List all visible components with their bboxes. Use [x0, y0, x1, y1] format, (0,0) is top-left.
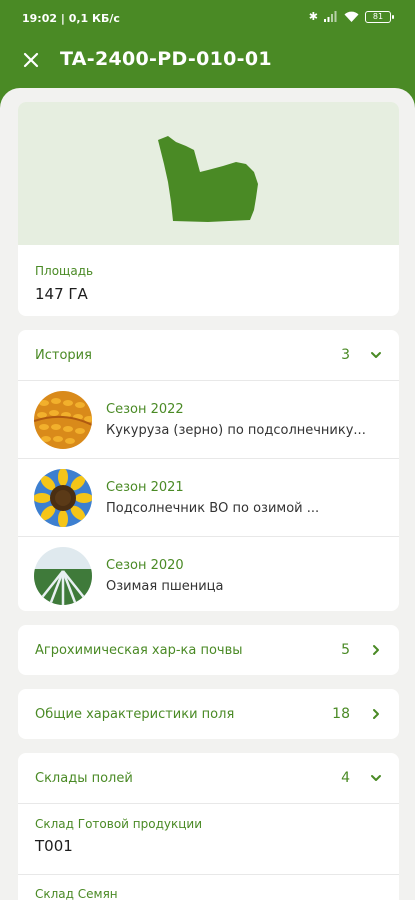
field-shape-icon: [158, 136, 258, 222]
warehouses-header[interactable]: Склады полей 4: [18, 753, 399, 803]
close-icon: [23, 52, 39, 68]
field-map[interactable]: [18, 102, 399, 245]
history-label: История: [35, 347, 92, 363]
history-season: Сезон 2021: [106, 479, 184, 495]
warehouses-label: Склады полей: [35, 770, 133, 786]
sunflower-photo: [34, 468, 92, 527]
history-crop: Подсолнечник ВО по озимой ...: [106, 500, 320, 516]
warehouse-item: Склад Семян: [18, 875, 399, 900]
history-item[interactable]: Сезон 2020 Озимая пшеница: [18, 537, 399, 611]
general-row[interactable]: Общие характеристики поля 18: [18, 689, 399, 739]
battery-icon: 81: [365, 10, 394, 23]
agrochem-label: Агрохимическая хар-ка почвы: [35, 642, 243, 658]
history-item[interactable]: Сезон 2021 Подсолнечник ВО по озимой ...: [18, 459, 399, 536]
warehouses-count: 4: [341, 770, 350, 786]
warehouse-label: Склад Семян: [35, 887, 118, 900]
history-item-text: Сезон 2022 Кукуруза (зерно) по подсолнеч…: [106, 402, 383, 438]
chevron-right-icon: [373, 645, 379, 655]
app-bar: TA-2400-PD-010-01: [0, 38, 415, 86]
wheat-field-photo: [34, 546, 92, 605]
warehouse-label: Склад Готовой продукции: [35, 817, 202, 831]
status-icons: ✱ 81: [308, 10, 394, 23]
chevron-down-icon: [371, 352, 381, 358]
history-crop: Озимая пшеница: [106, 578, 224, 594]
signal-icon: [324, 11, 337, 22]
warehouses-card: Склады полей 4 Склад Готовой продукции T…: [18, 753, 399, 900]
history-count: 3: [341, 347, 350, 363]
history-header[interactable]: История 3: [18, 330, 399, 380]
general-count: 18: [332, 706, 350, 722]
battery-level: 81: [372, 12, 384, 21]
area-value: 147 ГА: [35, 285, 88, 303]
agrochem-row[interactable]: Агрохимическая хар-ка почвы 5: [18, 625, 399, 675]
field-card: Площадь 147 ГА: [18, 102, 399, 316]
corn-photo: [34, 390, 92, 449]
warehouse-item: Склад Готовой продукции T001: [18, 804, 399, 874]
content-sheet: Площадь 147 ГА История 3 Сезон 2022 Куку…: [0, 88, 415, 900]
area-label: Площадь: [35, 264, 94, 278]
close-button[interactable]: [17, 46, 45, 74]
wifi-icon: [344, 11, 359, 22]
status-bar: 19:02 | 0,1 КБ/с ✱ 81: [0, 0, 415, 38]
history-item-text: Сезон 2021 Подсолнечник ВО по озимой ...: [106, 480, 383, 516]
history-card: История 3 Сезон 2022 Кукуруза (зерно) по…: [18, 330, 399, 611]
general-card[interactable]: Общие характеристики поля 18: [18, 689, 399, 739]
general-label: Общие характеристики поля: [35, 706, 235, 722]
history-season: Сезон 2022: [106, 401, 184, 417]
history-item-text: Сезон 2020 Озимая пшеница: [106, 558, 383, 594]
agrochem-card[interactable]: Агрохимическая хар-ка почвы 5: [18, 625, 399, 675]
agrochem-count: 5: [341, 642, 350, 658]
chevron-down-icon: [371, 775, 381, 781]
bluetooth-icon: ✱: [308, 10, 318, 23]
history-crop: Кукуруза (зерно) по подсолнечнику...: [106, 422, 366, 438]
chevron-right-icon: [373, 709, 379, 719]
page-title: TA-2400-PD-010-01: [60, 48, 272, 70]
history-item[interactable]: Сезон 2022 Кукуруза (зерно) по подсолнеч…: [18, 381, 399, 458]
history-season: Сезон 2020: [106, 557, 184, 573]
warehouse-value: T001: [35, 837, 73, 855]
status-time: 19:02 | 0,1 КБ/с: [22, 12, 120, 25]
